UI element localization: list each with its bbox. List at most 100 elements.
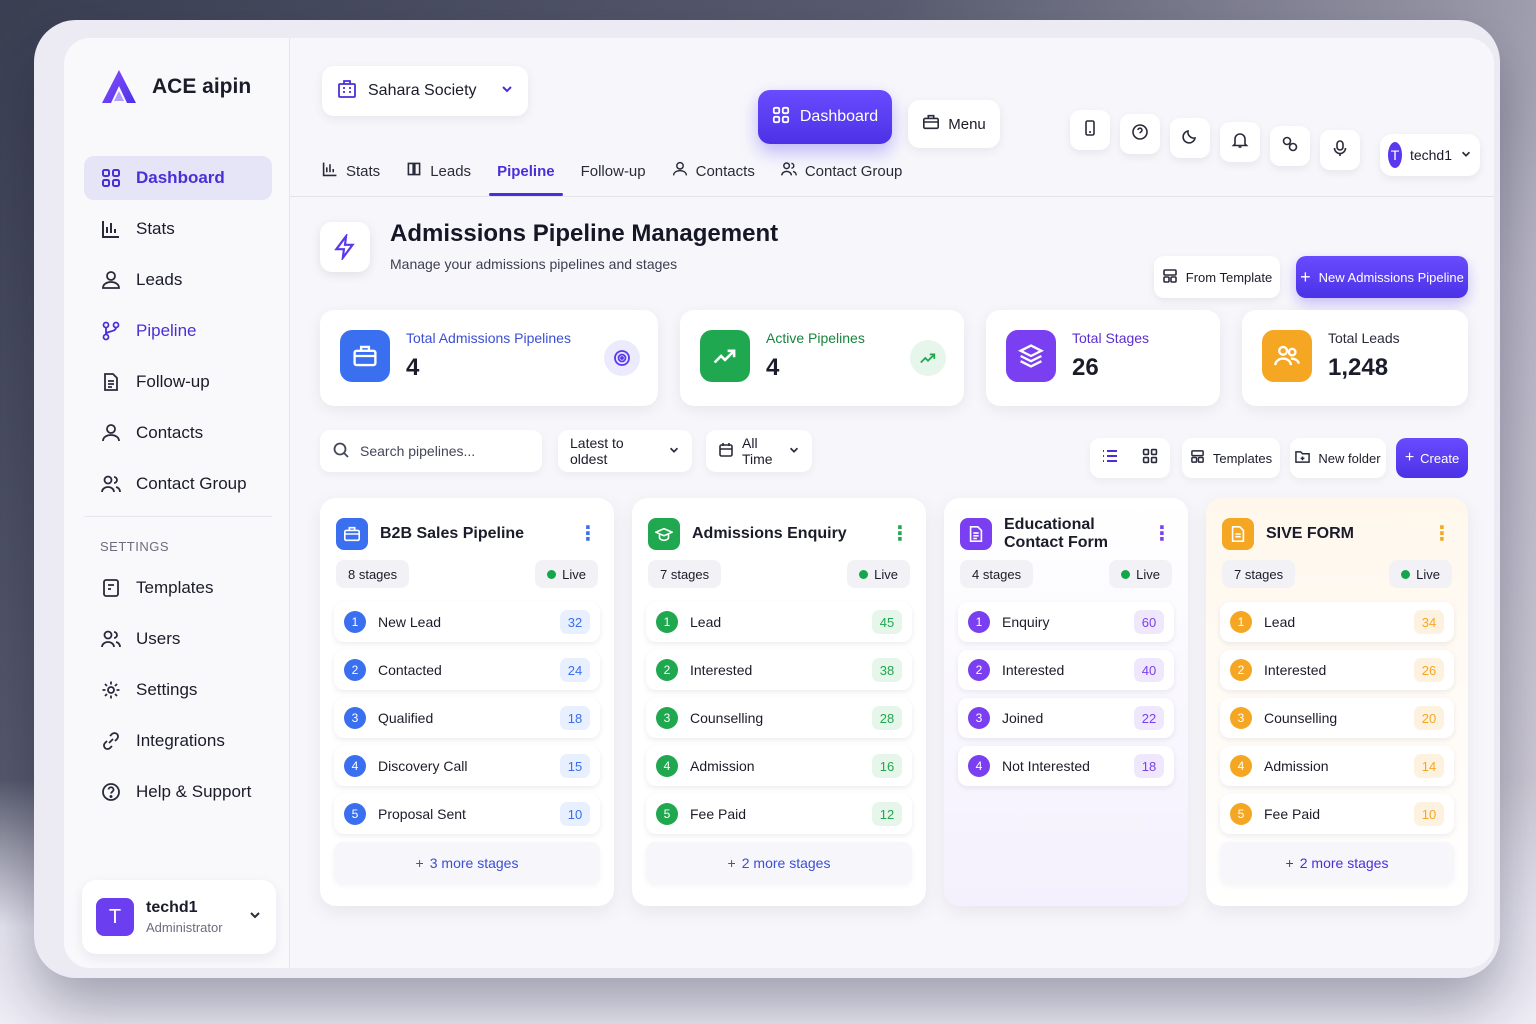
more-options-icon[interactable]: ⋮ <box>890 524 910 544</box>
pipeline-card-header: SIVE FORM ⋮ <box>1222 514 1452 554</box>
app-logo[interactable]: ACE aipin <box>98 66 251 108</box>
sidebar-item-help[interactable]: Help & Support <box>84 770 272 814</box>
stage-row[interactable]: 5 Proposal Sent 10 <box>334 794 600 834</box>
integrations-button[interactable] <box>1270 126 1310 166</box>
help-button[interactable] <box>1120 114 1160 154</box>
sidebar-item-label: Leads <box>136 270 183 289</box>
stage-row[interactable]: 2 Contacted 24 <box>334 650 600 690</box>
stage-row[interactable]: 4 Discovery Call 15 <box>334 746 600 786</box>
document-icon <box>960 518 992 550</box>
stage-count: 28 <box>872 706 902 730</box>
grid-view-button[interactable] <box>1130 438 1170 478</box>
sidebar-item-contacts[interactable]: Contacts <box>84 411 272 455</box>
document-icon <box>100 371 122 393</box>
briefcase-icon <box>336 518 368 550</box>
templates-button[interactable]: Templates <box>1182 438 1280 478</box>
sort-dropdown[interactable]: Latest to oldest <box>558 430 692 472</box>
stage-row[interactable]: 5 Fee Paid 12 <box>646 794 912 834</box>
new-pipeline-button[interactable]: + New Admissions Pipeline <box>1296 256 1468 298</box>
voice-button[interactable] <box>1320 130 1360 170</box>
tab-contact-group[interactable]: Contact Group <box>780 146 902 196</box>
grid-icon <box>1142 448 1158 469</box>
pipeline-name: B2B Sales Pipeline <box>380 525 525 542</box>
stage-row[interactable]: 1 Lead 34 <box>1220 602 1454 642</box>
tab-contacts[interactable]: Contacts <box>672 146 755 196</box>
page-title: Admissions Pipeline Management <box>390 220 779 247</box>
more-stages-link[interactable]: +2 more stages <box>646 842 912 884</box>
more-stages-link[interactable]: +3 more stages <box>334 842 600 884</box>
logo-icon <box>98 66 140 108</box>
pipeline-card[interactable]: Admissions Enquiry ⋮ 7 stages Live 1 Lead 45 2 I… <box>632 498 926 906</box>
date-range-dropdown[interactable]: All Time <box>706 430 812 472</box>
stat-card-total-pipelines: Total Admissions Pipelines 4 <box>320 310 658 406</box>
sidebar-item-integrations[interactable]: Integrations <box>84 719 272 763</box>
more-stages-link[interactable]: +2 more stages <box>1220 842 1454 884</box>
stage-label: Interested <box>690 662 753 678</box>
mobile-button[interactable] <box>1070 110 1110 150</box>
pipeline-card[interactable]: SIVE FORM ⋮ 7 stages Live 1 Lead 34 2 Interested… <box>1206 498 1468 906</box>
sidebar-item-dashboard[interactable]: Dashboard <box>84 156 272 200</box>
stage-row[interactable]: 2 Interested 38 <box>646 650 912 690</box>
new-folder-button[interactable]: New folder <box>1290 438 1386 478</box>
stage-row[interactable]: 3 Joined 22 <box>958 698 1174 738</box>
stage-row[interactable]: 3 Counselling 28 <box>646 698 912 738</box>
stage-row[interactable]: 4 Admission 16 <box>646 746 912 786</box>
menu-button[interactable]: Menu <box>908 100 1000 148</box>
stat-value: 4 <box>766 354 780 381</box>
sidebar-item-follow-up[interactable]: Follow-up <box>84 360 272 404</box>
plus-icon: + <box>1404 449 1415 466</box>
tab-label: Stats <box>346 162 381 180</box>
sidebar-item-pipeline[interactable]: Pipeline <box>84 309 272 353</box>
more-options-icon[interactable]: ⋮ <box>1432 524 1452 544</box>
search-input[interactable] <box>360 443 520 459</box>
sidebar-user-card[interactable]: T techd1 Administrator <box>82 880 276 954</box>
stage-row[interactable]: 3 Qualified 18 <box>334 698 600 738</box>
sidebar-item-stats[interactable]: Stats <box>84 207 272 251</box>
stage-row[interactable]: 3 Counselling 20 <box>1220 698 1454 738</box>
notifications-button[interactable] <box>1220 122 1260 162</box>
main-content: Admissions Pipeline Management Manage yo… <box>290 198 1494 968</box>
search-box[interactable] <box>320 430 542 472</box>
pipeline-name: Educational Contact Form <box>1004 516 1108 551</box>
stage-label: Discovery Call <box>378 758 468 774</box>
tab-leads[interactable]: Leads <box>406 146 471 196</box>
tab-label: Pipeline <box>497 162 555 180</box>
sidebar-item-contact-group[interactable]: Contact Group <box>84 462 272 506</box>
stage-list: 1 Enquiry 60 2 Interested 40 3 Joined 22 4 Not Int… <box>958 602 1174 794</box>
user-menu[interactable]: T techd1 <box>1380 134 1480 176</box>
from-template-button[interactable]: From Template <box>1154 256 1280 298</box>
stage-count: 16 <box>872 754 902 778</box>
menu-button-label: Menu <box>948 115 986 133</box>
dashboard-button[interactable]: Dashboard <box>758 90 892 144</box>
sidebar-item-label: Stats <box>136 219 175 238</box>
stage-row[interactable]: 2 Interested 26 <box>1220 650 1454 690</box>
stage-label: Contacted <box>378 662 442 678</box>
pipeline-card[interactable]: B2B Sales Pipeline ⋮ 8 stages Live 1 New Lead… <box>320 498 614 906</box>
sidebar-item-users[interactable]: Users <box>84 617 272 661</box>
list-view-button[interactable] <box>1090 438 1130 478</box>
stages-count-badge: 7 stages <box>648 560 722 588</box>
more-options-icon[interactable]: ⋮ <box>1152 524 1172 544</box>
stage-label: New Lead <box>378 614 442 630</box>
tab-stats[interactable]: Stats <box>322 146 380 196</box>
stage-row[interactable]: 5 Fee Paid 10 <box>1220 794 1454 834</box>
users-icon <box>100 473 122 495</box>
sidebar-item-settings[interactable]: Settings <box>84 668 272 712</box>
pipeline-card[interactable]: Educational Contact Form ⋮ 4 stages Live 1 En… <box>944 498 1188 906</box>
app-name: ACE aipin <box>152 75 252 98</box>
sidebar-item-leads[interactable]: Leads <box>84 258 272 302</box>
stage-row[interactable]: 4 Not Interested 18 <box>958 746 1174 786</box>
sidebar-item-templates[interactable]: Templates <box>84 566 272 610</box>
more-options-icon[interactable]: ⋮ <box>578 524 598 544</box>
organization-select[interactable]: Sahara Society <box>322 66 528 116</box>
stage-row[interactable]: 1 Enquiry 60 <box>958 602 1174 642</box>
tab-follow-up[interactable]: Follow-up <box>581 146 646 196</box>
stage-row[interactable]: 1 Lead 45 <box>646 602 912 642</box>
stage-label: Counselling <box>690 710 764 726</box>
tab-pipeline[interactable]: Pipeline <box>489 146 563 196</box>
stage-row[interactable]: 1 New Lead 32 <box>334 602 600 642</box>
create-button[interactable]: + Create <box>1396 438 1468 478</box>
stage-row[interactable]: 4 Admission 14 <box>1220 746 1454 786</box>
theme-toggle[interactable] <box>1170 118 1210 158</box>
stage-row[interactable]: 2 Interested 40 <box>958 650 1174 690</box>
